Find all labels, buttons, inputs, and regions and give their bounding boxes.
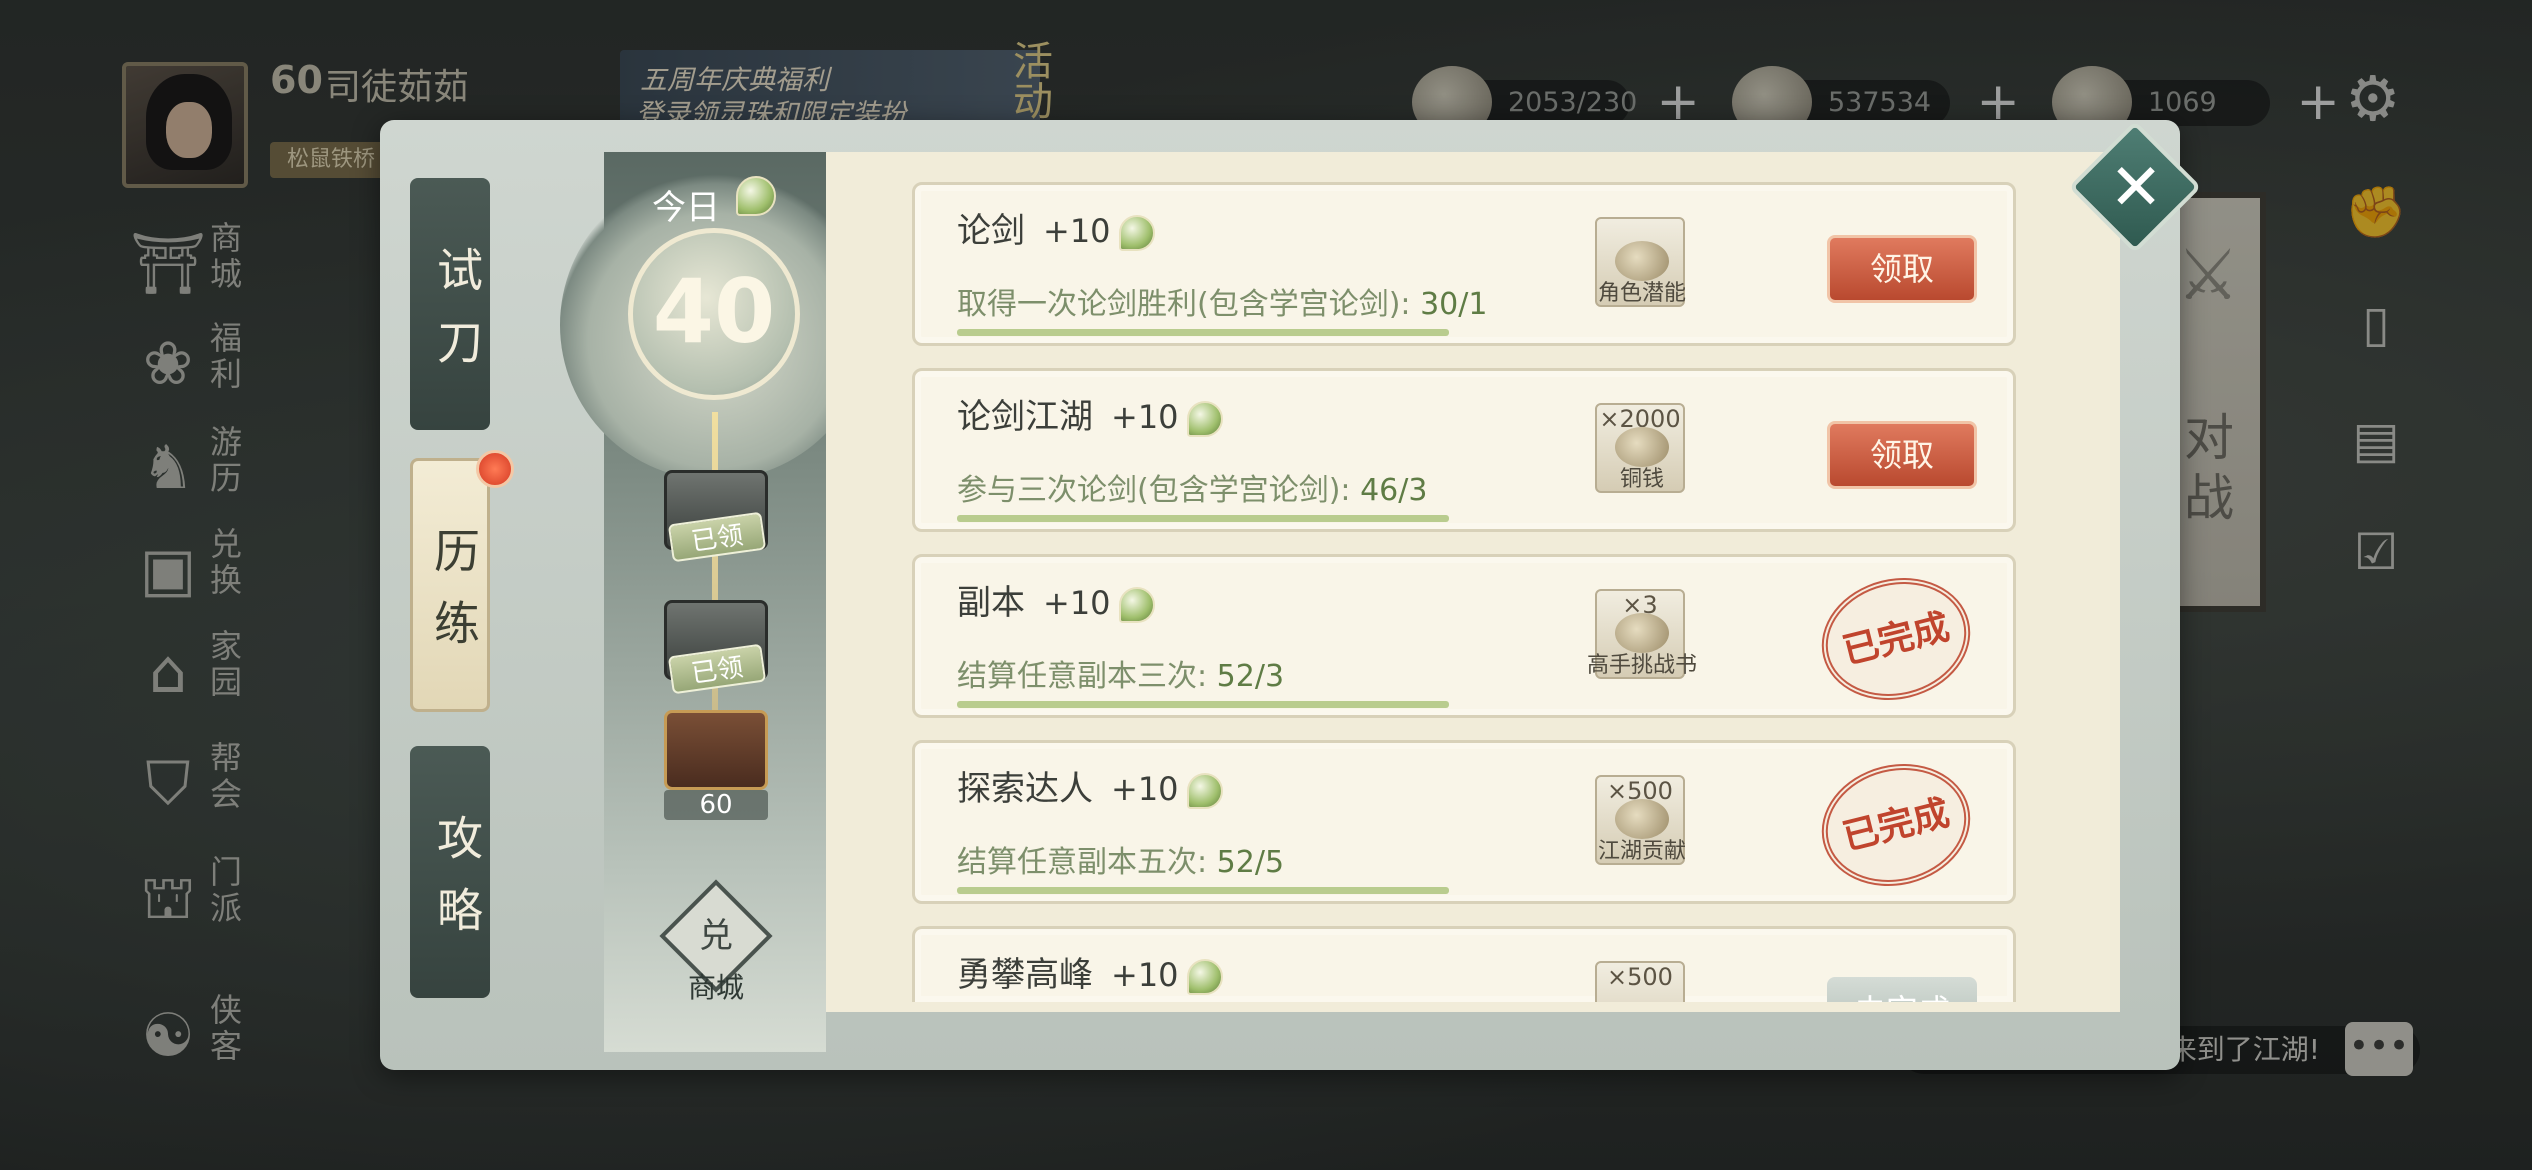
reward-name: 角色潜能 [1597,281,1686,306]
reward-quantity: ×500 [1607,963,1673,991]
milestone-chest-3[interactable] [664,710,768,790]
jade-icon [1186,772,1223,809]
task-progress: 46/3 [1360,473,1428,508]
task-points: +10 [1111,398,1179,436]
jade-icon [1186,958,1223,995]
task-card: 论剑 +10 取得一次论剑胜利(包含学宫论剑): 30/1 角色潜能 领取 [912,182,2016,346]
reward-name: 江湖贡献 [1597,839,1686,864]
task-card: 勇攀高峰 +10 ×500 未完成 [912,926,2016,1002]
task-title-row: 副本 +10 [957,575,1155,624]
task-progress: 30/1 [1420,287,1488,322]
reward-item[interactable]: ×500 [1595,961,1685,1002]
reward-name: 高手挑战书 [1586,653,1697,678]
notification-dot [476,450,514,488]
task-progress-bar [957,887,1449,894]
tab-guide[interactable]: 攻略 [410,746,490,998]
pending-button: 未完成 [1827,977,1977,1002]
task-progress-bar [957,515,1449,522]
task-progress: 52/3 [1216,659,1285,694]
reward-item[interactable]: ×500 江湖贡献 [1595,775,1686,865]
tab-training[interactable]: 历练 [410,458,490,712]
task-title: 论剑江湖 [957,397,1093,437]
task-description: 参与三次论剑(包含学宫论剑): 46/3 [957,465,1427,509]
tab-trial[interactable]: 试刀 [410,178,490,430]
task-progress-bar [957,329,1449,336]
task-points: +10 [1111,956,1179,994]
jade-icon [1118,214,1155,251]
task-desc-text: 取得一次论剑胜利(包含学宫论剑): [957,287,1421,322]
completed-stamp: 已完成 [1808,562,1984,716]
task-desc-text: 结算任意副本三次: [957,659,1217,694]
reward-item[interactable]: ×3 高手挑战书 [1587,589,1697,679]
claim-button[interactable]: 领取 [1827,421,1977,489]
reward-item[interactable]: 角色潜能 [1595,217,1686,307]
close-icon[interactable]: ✕ [2096,148,2176,228]
milestone-3-value: 60 [664,790,768,820]
exchange-icon: 兑 [699,916,733,956]
jade-icon [1186,400,1223,437]
task-card: 副本 +10 结算任意副本三次: 52/3 ×3 高手挑战书 已完成 [912,554,2016,718]
task-title: 探索达人 [957,769,1093,809]
reward-item[interactable]: ×2000 铜钱 [1595,403,1685,493]
task-points: +10 [1111,770,1179,808]
completed-stamp: 已完成 [1808,748,1984,902]
reward-name: 铜钱 [1619,467,1664,492]
task-description: 结算任意副本五次: 52/5 [957,837,1284,881]
claim-button[interactable]: 领取 [1827,235,1977,303]
task-card: 论剑江湖 +10 参与三次论剑(包含学宫论剑): 46/3 ×2000 铜钱 领取 [912,368,2016,532]
task-desc-text: 参与三次论剑(包含学宫论剑): [957,473,1361,508]
task-title: 副本 [957,583,1025,623]
task-description: 结算任意副本三次: 52/3 [957,651,1284,695]
progress-track [712,412,718,742]
task-points: +10 [1043,212,1111,250]
task-title: 勇攀高峰 [957,955,1093,995]
task-title-row: 勇攀高峰 +10 [957,947,1223,996]
today-label: 今日 [652,188,720,228]
today-points: 40 [652,260,776,363]
task-desc-text: 结算任意副本五次: [957,845,1217,880]
task-title-row: 论剑江湖 +10 [957,389,1223,438]
jade-icon [1118,586,1155,623]
task-description: 取得一次论剑胜利(包含学宫论剑): 30/1 [957,279,1487,323]
task-title: 论剑 [957,211,1025,251]
task-progress-bar [957,701,1449,708]
jade-icon [736,176,776,216]
task-card: 探索达人 +10 结算任意副本五次: 52/5 ×500 江湖贡献 已完成 [912,740,2016,904]
task-title-row: 论剑 +10 [957,203,1155,252]
task-progress: 52/5 [1216,845,1285,880]
task-points: +10 [1043,584,1111,622]
task-title-row: 探索达人 +10 [957,761,1223,810]
exchange-shop-label: 商城 [687,971,744,1004]
